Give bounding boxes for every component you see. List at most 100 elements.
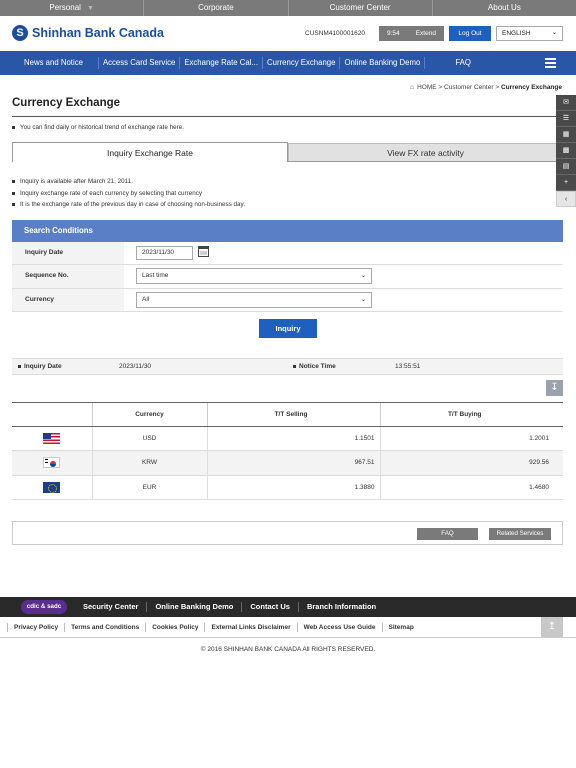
logo-icon: S bbox=[12, 25, 28, 41]
topbar-corporate[interactable]: Corporate bbox=[144, 0, 289, 16]
mail-icon[interactable]: ✉ bbox=[556, 95, 576, 111]
tt-selling-cell: 967.51 bbox=[206, 450, 380, 476]
divider bbox=[288, 161, 563, 162]
topbar-personal[interactable]: Personal ▼ bbox=[0, 0, 145, 16]
nav-access-card-service[interactable]: Access Card Service bbox=[99, 57, 181, 69]
menu-icon[interactable] bbox=[545, 58, 556, 71]
footer-security-center[interactable]: Security Center bbox=[75, 602, 148, 612]
note-item: Inquiry is available after March 21, 201… bbox=[12, 178, 245, 185]
breadcrumb-home[interactable]: HOME bbox=[417, 84, 437, 91]
page-title: Currency Exchange bbox=[12, 97, 121, 109]
footer-web-access-guide[interactable]: Web Access Use Guide bbox=[298, 622, 383, 632]
intro-text: You can find daily or historical trend o… bbox=[12, 124, 184, 131]
extend-button[interactable]: Extend bbox=[416, 30, 436, 37]
footer-links: Privacy Policy Terms and Conditions Cook… bbox=[0, 617, 576, 638]
tt-selling-cell: 1.1501 bbox=[206, 426, 380, 452]
nav-online-banking-demo[interactable]: Online Banking Demo bbox=[340, 57, 426, 69]
breadcrumb-customer-center[interactable]: Customer Center bbox=[444, 84, 494, 91]
home-icon[interactable]: ⌂ bbox=[410, 84, 414, 91]
logout-button[interactable]: Log Out bbox=[449, 26, 491, 41]
faq-button[interactable]: FAQ bbox=[417, 528, 478, 540]
tt-buying-cell: 1.4680 bbox=[379, 475, 563, 500]
chevron-down-icon: ⌄ bbox=[551, 30, 557, 36]
tt-buying-cell: 1.2001 bbox=[379, 426, 563, 452]
calculator-icon[interactable]: ▦ bbox=[556, 127, 576, 143]
notes-list: Inquiry is available after March 21, 201… bbox=[12, 178, 245, 213]
topbar-personal-label: Personal bbox=[49, 3, 81, 12]
chevron-down-icon: ⌄ bbox=[360, 296, 366, 303]
document-icon[interactable]: ▤ bbox=[556, 159, 576, 175]
nav-exchange-rate-calculator[interactable]: Exchange Rate Cal... bbox=[180, 57, 263, 69]
currency-row: Currency All ⌄ bbox=[12, 288, 563, 312]
table-header-row: Currency T/T Selling T/T Buying bbox=[12, 402, 563, 427]
footer-main: cdic & sadc Security Center Online Banki… bbox=[0, 597, 576, 617]
exchange-rate-table: Currency T/T Selling T/T Buying USD 1.15… bbox=[12, 402, 563, 500]
breadcrumb: ⌂ HOME > Customer Center > Currency Excha… bbox=[410, 84, 562, 91]
nav-currency-exchange[interactable]: Currency Exchange bbox=[263, 57, 341, 69]
tt-selling-cell: 1.3880 bbox=[206, 475, 380, 500]
breadcrumb-current: Currency Exchange bbox=[500, 84, 562, 91]
footer-online-banking-demo[interactable]: Online Banking Demo bbox=[147, 602, 243, 612]
inquiry-date-input[interactable]: 2023/11/30 bbox=[136, 246, 193, 260]
footer-contact-us[interactable]: Contact Us bbox=[242, 602, 299, 612]
tab-inquiry-exchange-rate[interactable]: Inquiry Exchange Rate bbox=[12, 142, 288, 162]
footer-privacy-policy[interactable]: Privacy Policy bbox=[7, 622, 66, 632]
search-conditions-heading: Search Conditions bbox=[12, 220, 563, 242]
related-services-button[interactable]: Related Services bbox=[489, 528, 551, 540]
plus-icon[interactable]: + bbox=[556, 175, 576, 191]
main-nav: News and Notice Access Card Service Exch… bbox=[0, 51, 576, 75]
note-item: Inquiry exchange rate of each currency b… bbox=[12, 190, 245, 197]
table-row: KRW 967.51 929.56 bbox=[12, 450, 563, 476]
footer-terms[interactable]: Terms and Conditions bbox=[65, 622, 147, 632]
nav-news-and-notice[interactable]: News and Notice bbox=[0, 57, 99, 69]
notice-time-label: Notice Time bbox=[293, 359, 336, 375]
currency-cell: USD bbox=[91, 426, 207, 452]
column-header bbox=[12, 402, 92, 427]
currency-label: Currency bbox=[12, 288, 124, 311]
sequence-select[interactable]: Last time ⌄ bbox=[136, 268, 372, 285]
result-date-value: 2023/11/30 bbox=[119, 363, 152, 370]
tab-view-fx-rate-activity[interactable]: View FX rate activity bbox=[288, 143, 563, 162]
footer-external-links[interactable]: External Links Disclaimer bbox=[205, 622, 298, 632]
result-info-bar: Inquiry Date 2023/11/30 Notice Time 13:5… bbox=[12, 358, 563, 375]
sequence-row: Sequence No. Last time ⌄ bbox=[12, 265, 563, 289]
footer-branch-information[interactable]: Branch Information bbox=[299, 602, 384, 612]
sequence-value: Last time bbox=[142, 272, 169, 280]
chart-icon[interactable]: ▩ bbox=[556, 143, 576, 159]
download-icon[interactable]: ↧ bbox=[546, 380, 563, 396]
nav-faq[interactable]: FAQ bbox=[425, 57, 501, 69]
cdic-badge[interactable]: cdic & sadc bbox=[21, 600, 67, 614]
eu-flag-icon bbox=[43, 481, 61, 493]
language-select[interactable]: ENGLISH ⌄ bbox=[496, 26, 563, 41]
divider bbox=[12, 116, 563, 117]
kr-flag-icon bbox=[43, 457, 61, 469]
currency-select[interactable]: All ⌄ bbox=[136, 291, 372, 308]
chevron-down-icon: ⌄ bbox=[360, 273, 366, 280]
quick-menu: ✉ ☰ ▦ ▩ ▤ + ‹ bbox=[556, 95, 576, 207]
result-date-label: Inquiry Date bbox=[18, 359, 62, 375]
language-value: ENGLISH bbox=[502, 30, 531, 37]
column-header-currency: Currency bbox=[91, 402, 207, 427]
logo[interactable]: S Shinhan Bank Canada bbox=[12, 25, 164, 41]
note-item: It is the exchange rate of the previous … bbox=[12, 201, 245, 208]
customer-number: CUSNM4100001620 bbox=[305, 30, 365, 37]
topbar-customer-center[interactable]: Customer Center bbox=[289, 0, 433, 16]
scroll-to-top-icon[interactable]: ↥ bbox=[541, 617, 563, 637]
chevron-down-icon: ▼ bbox=[86, 5, 94, 12]
logo-text: Shinhan Bank Canada bbox=[32, 26, 164, 40]
table-row: EUR 1.3880 1.4680 bbox=[12, 475, 563, 500]
inquiry-date-row: Inquiry Date 2023/11/30 bbox=[12, 242, 563, 266]
inquiry-date-label: Inquiry Date bbox=[12, 242, 124, 265]
inquiry-button[interactable]: Inquiry bbox=[259, 319, 317, 338]
chevron-left-icon[interactable]: ‹ bbox=[556, 191, 576, 207]
breadcrumb-separator: > bbox=[438, 84, 443, 91]
column-header-tt-buying: T/T Buying bbox=[379, 402, 563, 427]
footer-cookies-policy[interactable]: Cookies Policy bbox=[146, 622, 206, 632]
calendar-icon[interactable] bbox=[198, 246, 209, 257]
tt-buying-cell: 929.56 bbox=[379, 450, 563, 476]
list-icon[interactable]: ☰ bbox=[556, 111, 576, 127]
column-header-tt-selling: T/T Selling bbox=[206, 402, 380, 427]
session-time: 9:54 bbox=[387, 30, 400, 37]
topbar-about-us[interactable]: About Us bbox=[433, 0, 576, 16]
footer-sitemap[interactable]: Sitemap bbox=[383, 623, 420, 632]
